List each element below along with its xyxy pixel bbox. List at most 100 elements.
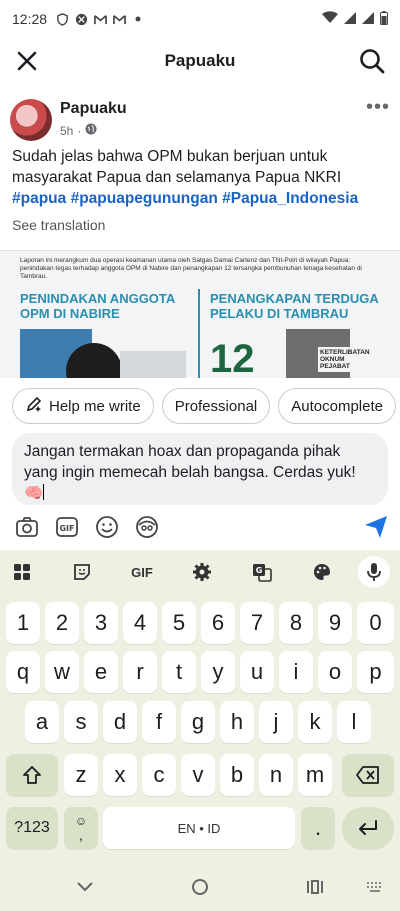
key-6[interactable]: 6 — [201, 602, 235, 644]
system-nav-bar — [0, 864, 400, 911]
key-o[interactable]: o — [318, 651, 352, 693]
emoji-icon[interactable] — [94, 514, 120, 540]
key-q[interactable]: q — [6, 651, 40, 693]
key-i[interactable]: i — [279, 651, 313, 693]
gmail-icon — [112, 12, 126, 26]
search-icon[interactable] — [358, 47, 386, 75]
chip-help-me-write[interactable]: Help me write — [12, 388, 154, 424]
suggestion-chips: Help me write Professional Autocomplete — [12, 388, 400, 424]
image-heading-right: PENANGKAPAN TERDUGA PELAKU DI TAMBRAU — [210, 291, 379, 321]
wifi-icon — [322, 11, 338, 27]
send-icon[interactable] — [362, 513, 390, 541]
post-hashtags[interactable]: #papua #papuapegunungan #Papua_Indonesia — [12, 190, 358, 207]
comment-input[interactable]: Jangan termakan hoax dan propaganda piha… — [12, 433, 388, 505]
enter-key[interactable] — [342, 807, 394, 849]
key-4[interactable]: 4 — [123, 602, 157, 644]
avatar[interactable] — [10, 99, 52, 141]
chip-autocomplete[interactable]: Autocomplete — [278, 388, 396, 424]
chevron-down-icon[interactable] — [74, 876, 96, 898]
more-notifications-icon — [131, 12, 145, 26]
gif-icon[interactable]: GIF — [54, 514, 80, 540]
key-k[interactable]: k — [298, 701, 332, 743]
comment-text: Jangan termakan hoax dan propaganda piha… — [24, 443, 356, 502]
key-0[interactable]: 0 — [357, 602, 394, 644]
key-r[interactable]: r — [123, 651, 157, 693]
signal-icon — [344, 11, 356, 27]
key-7[interactable]: 7 — [240, 602, 274, 644]
signal-icon — [362, 11, 374, 27]
shift-key[interactable] — [6, 754, 58, 796]
palette-icon[interactable] — [302, 556, 342, 588]
key-v[interactable]: v — [181, 754, 215, 796]
key-t[interactable]: t — [162, 651, 196, 693]
settings-gear-icon[interactable] — [182, 556, 222, 588]
period-key[interactable]: . — [301, 807, 335, 849]
microphone-icon[interactable] — [358, 556, 390, 588]
key-2[interactable]: 2 — [45, 602, 79, 644]
key-j[interactable]: j — [259, 701, 293, 743]
backspace-key[interactable] — [342, 754, 394, 796]
key-l[interactable]: l — [337, 701, 371, 743]
comma-label: , — [79, 827, 83, 843]
post-image[interactable]: Laporan ini merangkum dua operasi keaman… — [0, 250, 400, 378]
key-5[interactable]: 5 — [162, 602, 196, 644]
post-body: Sudah jelas bahwa OPM bukan berjuan untu… — [12, 148, 342, 186]
keyboard-gif-button[interactable]: GIF — [122, 556, 162, 588]
key-9[interactable]: 9 — [318, 602, 352, 644]
key-n[interactable]: n — [259, 754, 293, 796]
key-e[interactable]: e — [84, 651, 118, 693]
keyboard-row-q: q w e r t y u i o p — [0, 651, 400, 695]
key-d[interactable]: d — [103, 701, 137, 743]
image-tag: KETERLIBATAN OKNUM PEJABAT — [318, 347, 378, 372]
symbols-key[interactable]: ?123 — [6, 807, 58, 849]
key-c[interactable]: c — [142, 754, 176, 796]
space-bar[interactable]: EN • ID — [103, 807, 295, 849]
more-options-icon[interactable]: ••• — [366, 96, 390, 119]
keyboard-toolbar: GIF G — [0, 550, 400, 594]
key-b[interactable]: b — [220, 754, 254, 796]
keyboard-number-row: 1 2 3 4 5 6 7 8 9 0 — [0, 602, 400, 646]
key-z[interactable]: z — [64, 754, 98, 796]
post-author[interactable]: Papuaku — [60, 100, 127, 118]
keyboard-switch-icon[interactable] — [364, 876, 386, 898]
keyboard-row-z: z x c v b n m — [0, 754, 400, 798]
pen-sparkle-icon — [25, 395, 43, 417]
image-heading-left: PENINDAKAN ANGGOTA OPM DI NABIRE — [20, 291, 175, 321]
settings-notification-icon — [74, 12, 88, 26]
close-icon[interactable] — [14, 48, 40, 74]
backspace-icon — [356, 766, 379, 784]
key-a[interactable]: a — [25, 701, 59, 743]
key-f[interactable]: f — [142, 701, 176, 743]
key-m[interactable]: m — [298, 754, 332, 796]
enter-icon — [359, 820, 377, 835]
recents-icon[interactable] — [304, 876, 326, 898]
avatar-sticker-icon[interactable] — [134, 514, 160, 540]
see-translation-link[interactable]: See translation — [12, 217, 105, 233]
post-meta: 5h · — [60, 123, 97, 138]
key-w[interactable]: w — [45, 651, 79, 693]
camera-icon[interactable] — [14, 514, 40, 540]
key-x[interactable]: x — [103, 754, 137, 796]
key-y[interactable]: y — [201, 651, 235, 693]
emoji-comma-key[interactable]: ☺ , — [64, 807, 98, 849]
chip-label: Professional — [174, 397, 258, 415]
app-header: Papuaku — [0, 38, 400, 84]
key-g[interactable]: g — [181, 701, 215, 743]
shift-icon — [23, 766, 41, 784]
key-u[interactable]: u — [240, 651, 274, 693]
translate-icon[interactable]: G — [242, 556, 282, 588]
sticker-icon[interactable] — [62, 556, 102, 588]
key-s[interactable]: s — [64, 701, 98, 743]
keyboard: GIF G 1 2 3 4 5 6 7 8 9 0 q w e r t y u … — [0, 550, 400, 911]
key-h[interactable]: h — [220, 701, 254, 743]
chip-label: Autocomplete — [291, 397, 383, 415]
home-icon[interactable] — [189, 876, 211, 898]
key-8[interactable]: 8 — [279, 602, 313, 644]
key-p[interactable]: p — [357, 651, 394, 693]
separator-dot: · — [77, 123, 82, 138]
apps-grid-icon[interactable] — [2, 556, 42, 588]
chip-professional[interactable]: Professional — [161, 388, 271, 424]
key-3[interactable]: 3 — [84, 602, 118, 644]
vpn-icon — [55, 12, 69, 26]
key-1[interactable]: 1 — [6, 602, 40, 644]
